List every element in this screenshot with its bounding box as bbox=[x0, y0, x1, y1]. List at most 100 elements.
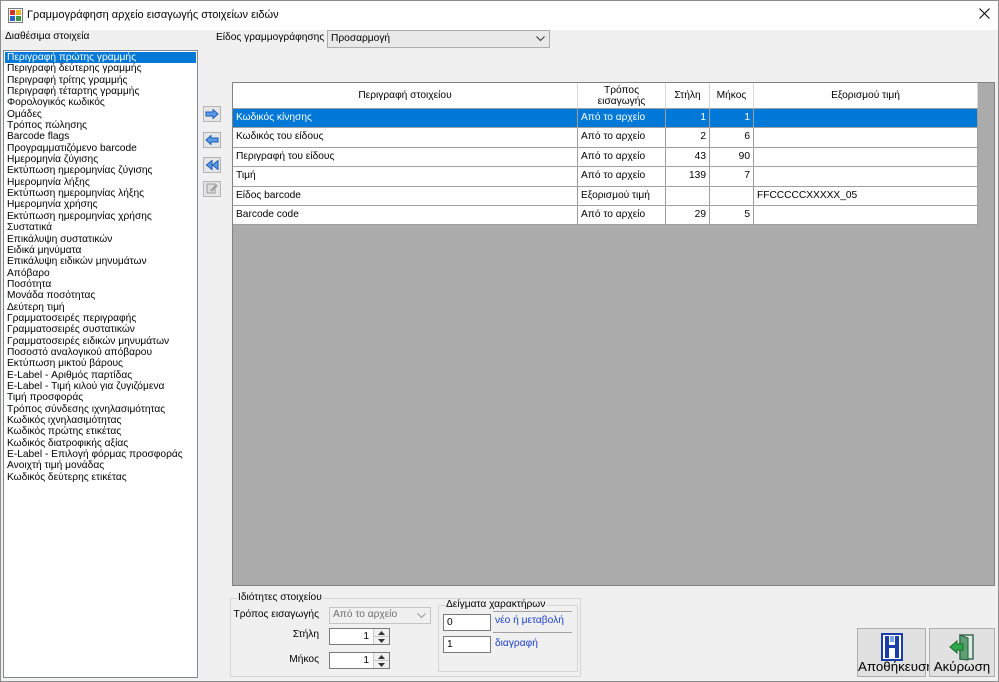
list-item[interactable]: Απόβαρο bbox=[5, 268, 196, 279]
delete-char-input[interactable]: 1 bbox=[443, 636, 491, 653]
table-cell-length[interactable]: 90 bbox=[710, 147, 754, 167]
spin-up-icon[interactable] bbox=[374, 629, 389, 636]
list-item[interactable]: Κωδικός πρώτης ετικέτας bbox=[5, 426, 196, 437]
table-cell-column[interactable] bbox=[666, 186, 710, 205]
list-item[interactable]: Τρόπος πώλησης bbox=[5, 120, 196, 131]
list-item[interactable]: Εκτύπωση μικτού βάρους bbox=[5, 358, 196, 369]
mode-select[interactable]: Από το αρχείο bbox=[329, 607, 431, 624]
spin-up-icon[interactable] bbox=[374, 653, 389, 660]
available-items-list[interactable]: Περιγραφή πρώτης γραμμής Περιγραφή δεύτερ… bbox=[3, 50, 198, 678]
new-char-input[interactable]: 0 bbox=[443, 614, 491, 631]
table-cell-default-value[interactable] bbox=[754, 128, 978, 147]
list-item[interactable]: Εκτύπωση ημερομηνίας λήξης bbox=[5, 188, 196, 199]
table-cell-mode[interactable]: Από το αρχείο bbox=[578, 167, 666, 186]
table-cell-column[interactable]: 43 bbox=[666, 147, 710, 167]
list-item[interactable]: Ειδικά μηνύματα bbox=[5, 245, 196, 256]
table-cell-description[interactable]: Κωδικός κίνησης bbox=[233, 109, 578, 128]
table-cell-length[interactable]: 5 bbox=[710, 205, 754, 225]
list-item[interactable]: Φορολογικός κωδικός bbox=[5, 97, 196, 108]
remove-all-button[interactable] bbox=[203, 157, 221, 173]
elements-grid[interactable]: Περιγραφή στοιχείου Τρόπος εισαγωγής Στή… bbox=[232, 82, 995, 586]
list-item[interactable]: Ημερομηνία λήξης bbox=[5, 177, 196, 188]
edit-item-button[interactable] bbox=[203, 181, 221, 197]
list-item[interactable]: Εκτύπωση ημερομηνίας ζύγισης bbox=[5, 165, 196, 176]
table-cell-description[interactable]: Τιμή bbox=[233, 167, 578, 186]
table-cell-column[interactable]: 139 bbox=[666, 167, 710, 186]
add-item-button[interactable] bbox=[203, 106, 221, 122]
table-cell-description[interactable]: Barcode code bbox=[233, 205, 578, 225]
list-item[interactable]: Γραμματοσειρές συστατικών bbox=[5, 324, 196, 335]
list-item[interactable]: Ημερομηνία ζύγισης bbox=[5, 154, 196, 165]
spin-down-icon[interactable] bbox=[374, 636, 389, 644]
list-item[interactable]: E-Label - Αριθμός παρτίδας bbox=[5, 370, 196, 381]
list-item[interactable]: Γραμματοσειρές περιγραφής bbox=[5, 313, 196, 324]
save-button[interactable]: Αποθήκευση bbox=[857, 628, 934, 677]
list-item[interactable]: Περιγραφή δεύτερης γραμμής bbox=[5, 63, 196, 74]
table-row[interactable]: Κωδικός του είδους Από το αρχείο 2 6 bbox=[233, 128, 978, 148]
table-cell-description[interactable]: Περιγραφή του είδους bbox=[233, 147, 578, 167]
list-item[interactable]: Τιμή προσφοράς bbox=[5, 392, 196, 403]
table-cell-column[interactable]: 2 bbox=[666, 128, 710, 147]
table-row[interactable]: Barcode code Από το αρχείο 29 5 bbox=[233, 205, 978, 226]
list-item[interactable]: Περιγραφή τρίτης γραμμής bbox=[5, 75, 196, 86]
list-item[interactable]: E-Label - Επιλογή φόρμας προσφοράς bbox=[5, 449, 196, 460]
length-spinner[interactable] bbox=[373, 653, 389, 668]
table-row[interactable]: Κωδικός κίνησης Από το αρχείο 1 1 bbox=[233, 109, 978, 129]
list-item[interactable]: Τρόπος σύνδεσης ιχνηλασιμότητας bbox=[5, 404, 196, 415]
table-cell-mode[interactable]: Από το αρχείο bbox=[578, 128, 666, 147]
list-item[interactable]: Κωδικός διατροφικής αξίας bbox=[5, 438, 196, 449]
column-header-length[interactable]: Μήκος bbox=[710, 83, 754, 108]
table-cell-default-value[interactable] bbox=[754, 109, 978, 128]
list-item[interactable]: Ομάδες bbox=[5, 109, 196, 120]
remove-item-button[interactable] bbox=[203, 132, 221, 148]
list-item[interactable]: Εκτύπωση ημερομηνίας χρήσης bbox=[5, 211, 196, 222]
list-item[interactable]: Κωδικός δεύτερης ετικέτας bbox=[5, 472, 196, 483]
table-cell-length[interactable]: 7 bbox=[710, 167, 754, 186]
list-item[interactable]: Περιγραφή τέταρτης γραμμής bbox=[5, 86, 196, 97]
column-header-description[interactable]: Περιγραφή στοιχείου bbox=[233, 83, 578, 108]
table-row[interactable]: Τιμή Από το αρχείο 139 7 bbox=[233, 167, 978, 187]
table-cell-description[interactable]: Είδος barcode bbox=[233, 186, 578, 205]
length-stepper[interactable]: 1 bbox=[329, 652, 390, 669]
list-item[interactable]: Μονάδα ποσότητας bbox=[5, 290, 196, 301]
cancel-button[interactable]: Ακύρωση bbox=[929, 628, 995, 677]
list-item[interactable]: Επικάλυψη συστατικών bbox=[5, 234, 196, 245]
table-cell-length[interactable]: 6 bbox=[710, 128, 754, 147]
table-cell-description[interactable]: Κωδικός του είδους bbox=[233, 128, 578, 147]
table-cell-default-value[interactable]: FFCCCCCXXXXX_05 bbox=[754, 186, 978, 205]
list-item[interactable]: Ποσότητα bbox=[5, 279, 196, 290]
table-cell-default-value[interactable] bbox=[754, 147, 978, 167]
list-item[interactable]: Ημερομηνία χρήσης bbox=[5, 199, 196, 210]
table-cell-length[interactable]: 1 bbox=[710, 109, 754, 128]
column-spinner[interactable] bbox=[373, 629, 389, 644]
table-cell-column[interactable]: 29 bbox=[666, 205, 710, 225]
list-item[interactable]: Γραμματοσειρές ειδικών μηνυμάτων bbox=[5, 336, 196, 347]
list-item[interactable]: Επικάλυψη ειδικών μηνυμάτων bbox=[5, 256, 196, 267]
list-item[interactable]: Συστατικά bbox=[5, 222, 196, 233]
table-cell-default-value[interactable] bbox=[754, 167, 978, 186]
table-cell-mode[interactable]: Από το αρχείο bbox=[578, 147, 666, 167]
list-item[interactable]: Προγραμματιζόμενο barcode bbox=[5, 143, 196, 154]
table-cell-mode[interactable]: Από το αρχείο bbox=[578, 205, 666, 225]
table-cell-column[interactable]: 1 bbox=[666, 109, 710, 128]
table-row[interactable]: Περιγραφή του είδους Από το αρχείο 43 90 bbox=[233, 147, 978, 168]
list-item[interactable]: Δεύτερη τιμή bbox=[5, 302, 196, 313]
layout-type-select[interactable]: Προσαρμογή bbox=[327, 30, 550, 48]
list-item[interactable]: Ποσοστό αναλογικού απόβαρου bbox=[5, 347, 196, 358]
table-cell-mode[interactable]: Από το αρχείο bbox=[578, 109, 666, 128]
column-header-column[interactable]: Στήλη bbox=[666, 83, 710, 108]
column-header-default-value[interactable]: Εξορισμού τιμή bbox=[754, 83, 978, 108]
table-cell-default-value[interactable] bbox=[754, 205, 978, 225]
list-item[interactable]: Ανοιχτή τιμή μονάδας bbox=[5, 460, 196, 471]
list-item[interactable]: Περιγραφή πρώτης γραμμής bbox=[5, 52, 196, 64]
table-cell-mode[interactable]: Εξορισμού τιμή bbox=[578, 186, 666, 205]
column-header-mode[interactable]: Τρόπος εισαγωγής bbox=[578, 83, 666, 108]
list-item[interactable]: E-Label - Τιμή κιλού για ζυγιζόμενα bbox=[5, 381, 196, 392]
close-button[interactable] bbox=[973, 5, 995, 25]
list-item[interactable]: Κωδικός ιχνηλασιμότητας bbox=[5, 415, 196, 426]
table-row[interactable]: Είδος barcode Εξορισμού τιμή FFCCCCCXXXXX_… bbox=[233, 186, 978, 206]
column-stepper[interactable]: 1 bbox=[329, 628, 390, 645]
table-cell-length[interactable] bbox=[710, 186, 754, 205]
spin-down-icon[interactable] bbox=[374, 660, 389, 668]
list-item[interactable]: Barcode flags bbox=[5, 131, 196, 142]
